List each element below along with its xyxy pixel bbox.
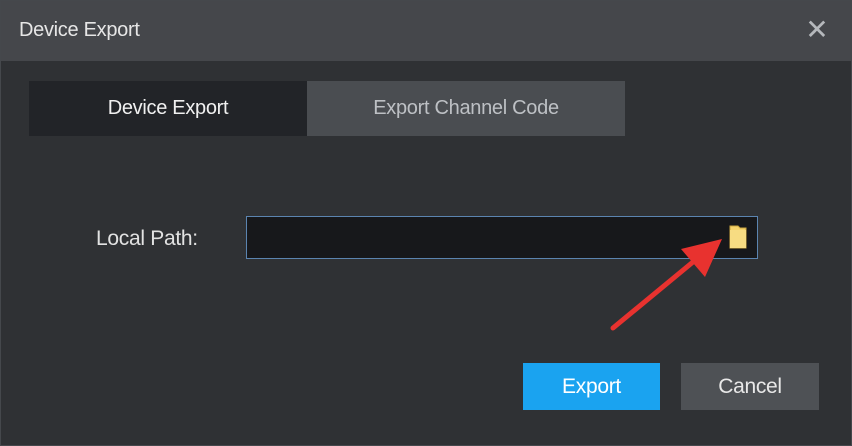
title-bar[interactable]: Device Export ✕ — [1, 1, 851, 61]
local-path-label: Local Path: — [96, 227, 198, 250]
dialog-title: Device Export — [19, 19, 140, 41]
cancel-button[interactable]: Cancel — [681, 363, 819, 410]
local-path-field[interactable] — [246, 216, 758, 259]
export-button[interactable]: Export — [523, 363, 660, 410]
tab-export-channel-code[interactable]: Export Channel Code — [307, 81, 625, 136]
close-icon[interactable]: ✕ — [803, 13, 831, 47]
local-path-input[interactable] — [255, 217, 715, 258]
folder-icon[interactable] — [729, 224, 747, 250]
tab-device-export[interactable]: Device Export — [29, 81, 307, 136]
device-export-dialog: Device Export ✕ Device Export Export Cha… — [0, 0, 852, 446]
tab-bar: Device Export Export Channel Code — [29, 81, 629, 136]
